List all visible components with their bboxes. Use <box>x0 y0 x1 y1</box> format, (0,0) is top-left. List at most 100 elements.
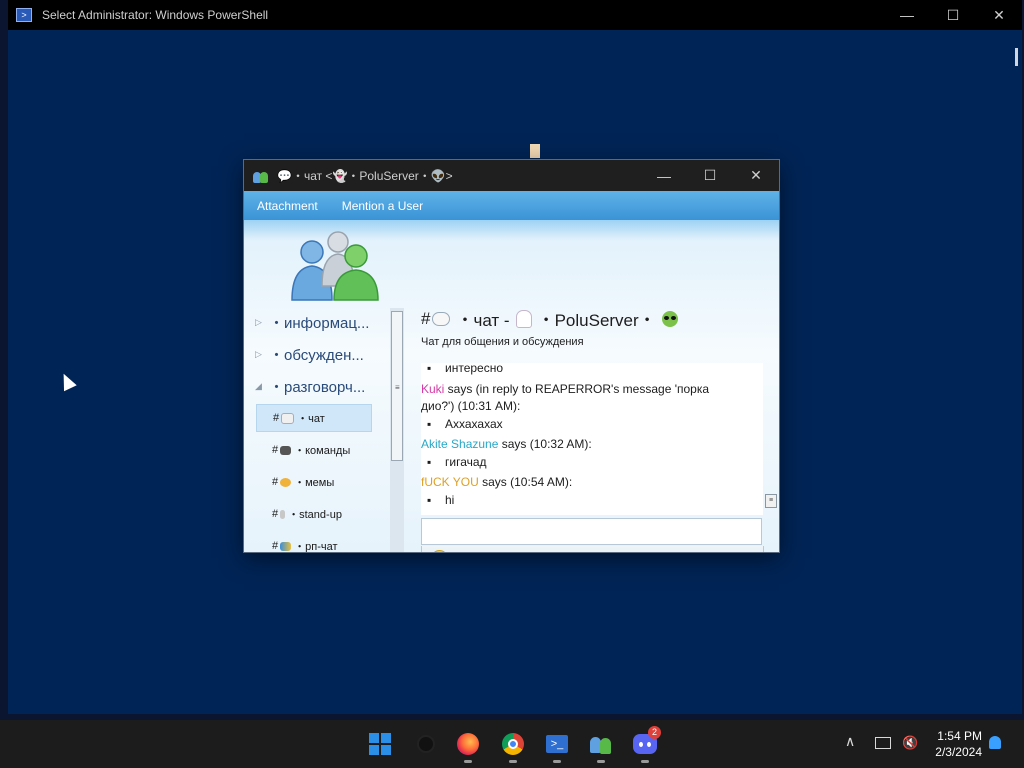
bullet-icon: ▪ <box>427 417 432 431</box>
close-button[interactable]: ✕ <box>733 160 779 191</box>
close-button[interactable]: ✕ <box>976 0 1022 30</box>
sender-name[interactable]: fUCK YOU <box>421 475 479 489</box>
messenger-title: 💬・чат <👻・PoluServer・👽> <box>277 169 453 183</box>
message-meta: says (10:32 AM): <box>498 437 592 451</box>
bullet-icon: ▪ <box>427 493 432 507</box>
chat-message-header-cont: дио?') (10:31 AM): <box>421 399 520 413</box>
messenger-titlebar[interactable]: 💬・чат <👻・PoluServer・👽> — ☐ ✕ <box>244 160 779 191</box>
collapse-arrow-icon[interactable]: ◢ <box>255 381 269 392</box>
speech-bubble-icon <box>432 311 451 326</box>
channel-name: ・мемы <box>294 477 335 489</box>
show-hidden-icons-chevron-icon[interactable]: ∧ <box>845 733 855 750</box>
maximize-button[interactable]: ☐ <box>930 0 976 30</box>
messenger-window[interactable]: 💬・чат <👻・PoluServer・👽> — ☐ ✕ Attachment … <box>244 160 779 552</box>
network-icon[interactable] <box>875 737 891 749</box>
message-meta: says (in reply to REAPERROR's message 'п… <box>444 382 710 396</box>
channel-scrollbar[interactable]: ≡ <box>390 308 404 552</box>
nudge-icon[interactable]: () <box>456 550 480 552</box>
channel-name: ・stand-up <box>288 509 342 521</box>
search-icon <box>417 735 435 753</box>
attachment-button[interactable]: Attachment <box>257 199 318 213</box>
mention-user-button[interactable]: Mention a User <box>342 199 423 213</box>
room-name-part1: ・чат - <box>456 311 510 330</box>
taskbar-discord[interactable]: 2 <box>629 726 661 763</box>
notification-bell-icon[interactable] <box>989 736 1001 749</box>
chat-scrollbar[interactable]: ≡ <box>765 363 777 515</box>
emoticon-bar: () <box>421 546 764 552</box>
taskbar-powershell[interactable]: >_ <box>541 728 573 763</box>
powershell-icon: > <box>16 8 32 22</box>
volume-muted-icon[interactable]: 🔇 <box>902 735 918 751</box>
channel-name: ・чат <box>297 413 325 425</box>
message-input[interactable] <box>421 518 762 545</box>
taskbar-messenger[interactable] <box>585 728 617 763</box>
category-info[interactable]: ▷ ・информац... <box>244 308 392 336</box>
channel-item-standup[interactable]: # ・stand-up <box>256 500 372 528</box>
console-cursor <box>530 144 540 158</box>
message-meta: says (10:54 AM): <box>478 475 573 489</box>
system-clock[interactable]: 1:54 PM 2/3/2024 <box>920 728 982 760</box>
taskbar-firefox[interactable] <box>452 728 484 763</box>
scrollbar-thumb[interactable]: ≡ <box>765 494 777 508</box>
powershell-scrollbar[interactable] <box>1015 48 1018 66</box>
category-label: ・разговорч... <box>269 378 366 396</box>
taskbar-chrome[interactable] <box>497 728 529 763</box>
category-talks[interactable]: ◢ ・разговорч... <box>244 372 392 400</box>
ghost-icon <box>515 309 532 328</box>
channel-item-teams[interactable]: # ・команды <box>256 436 372 464</box>
channel-hash: # <box>272 444 279 456</box>
message-meta: дио?') (10:31 AM): <box>421 399 521 413</box>
channel-hash: # <box>272 508 279 520</box>
start-button[interactable] <box>364 728 396 760</box>
messenger-toolbar: Attachment Mention a User <box>244 191 779 220</box>
powershell-title: Select Administrator: Windows PowerShell <box>42 8 269 22</box>
message-text: гигачад <box>445 455 487 469</box>
scrollbar-thumb[interactable]: ≡ <box>391 311 403 461</box>
chrome-icon <box>502 733 524 755</box>
channel-hash: # <box>273 412 280 424</box>
message-text: hi <box>445 493 455 507</box>
channel-item-memes[interactable]: # ・мемы <box>256 468 372 496</box>
channel-hash: # <box>272 540 279 552</box>
buddies-avatar-icon <box>291 231 379 301</box>
minimize-button[interactable]: — <box>641 160 687 191</box>
category-label: ・обсужден... <box>269 346 364 364</box>
minimize-button[interactable]: — <box>884 0 930 30</box>
messenger-app-icon <box>253 169 269 183</box>
category-label: ・информац... <box>269 314 370 332</box>
room-subtitle: Чат для общения и обсуждения <box>421 336 584 348</box>
chat-message-header: fUCK YOU says (10:54 AM): <box>421 475 572 489</box>
powershell-titlebar[interactable]: > Select Administrator: Windows PowerShe… <box>8 0 1022 30</box>
expand-arrow-icon[interactable]: ▷ <box>255 317 269 328</box>
sender-name[interactable]: Akite Shazune <box>421 437 498 451</box>
message-text: Аххахахах <box>445 417 503 431</box>
room-hash: # <box>421 308 431 328</box>
channel-item-chat[interactable]: # ・чат <box>256 404 372 432</box>
category-discussions[interactable]: ▷ ・обсужден... <box>244 340 392 368</box>
maximize-button[interactable]: ☐ <box>687 160 733 191</box>
room-title: # ・чат - ・PoluServer・ <box>421 306 678 331</box>
taskbar: >_ 2 ∧ 🔇 1:54 PM 2/3/2024 <box>0 720 1024 768</box>
messenger-icon <box>590 734 612 754</box>
gamepad-icon <box>280 445 292 455</box>
powershell-icon: >_ <box>546 735 568 753</box>
smiley-icon[interactable] <box>431 550 448 552</box>
channel-name: ・команды <box>294 445 351 457</box>
firefox-icon <box>457 733 479 755</box>
alien-icon <box>661 310 678 327</box>
cards-icon <box>280 541 292 551</box>
channel-item-rp-chat[interactable]: # ・рп-чат <box>256 532 372 552</box>
chat-message-header: Akite Shazune says (10:32 AM): <box>421 437 592 451</box>
expand-arrow-icon[interactable]: ▷ <box>255 349 269 360</box>
messenger-body: ▷ ・информац... ▷ ・обсужден... ◢ ・разгово… <box>244 220 779 552</box>
clock-date: 2/3/2024 <box>935 745 982 759</box>
search-button[interactable] <box>410 728 442 760</box>
chat-message-header: Kuki says (in reply to REAPERROR's messa… <box>421 382 709 396</box>
sender-name[interactable]: Kuki <box>421 382 444 396</box>
chat-log[interactable]: ▪ интересно Kuki says (in reply to REAPE… <box>421 363 763 515</box>
message-text: интересно <box>445 363 504 375</box>
laughing-face-icon <box>280 477 292 487</box>
speech-bubble-icon <box>281 412 295 424</box>
notification-badge: 2 <box>648 726 661 739</box>
clock-time: 1:54 PM <box>937 729 982 743</box>
